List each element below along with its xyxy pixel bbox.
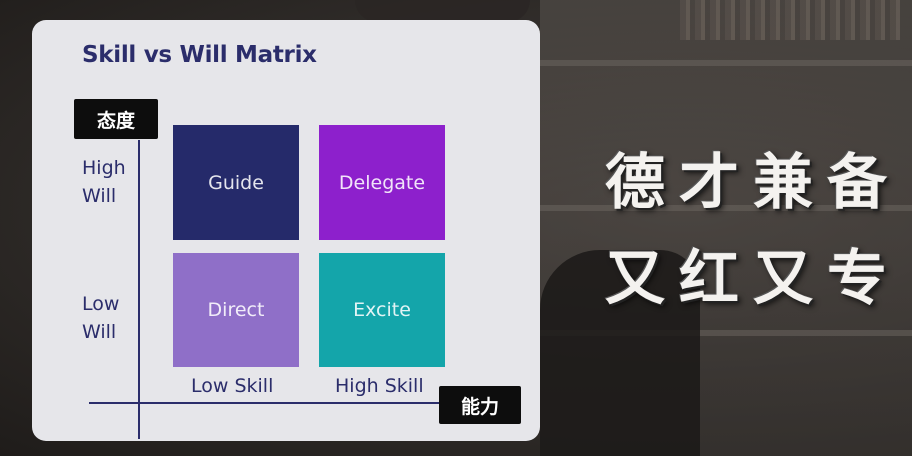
y-axis-line	[138, 140, 140, 439]
matrix-title: Skill vs Will Matrix	[82, 42, 317, 68]
quadrant-excite-label: Excite	[353, 299, 411, 321]
background-books	[680, 0, 900, 40]
quadrant-delegate-label: Delegate	[338, 171, 426, 194]
low-will-label: Low Will	[82, 293, 120, 343]
quadrant-guide-label: Guide	[208, 171, 264, 194]
presenter-head	[355, 0, 530, 22]
quadrant-guide: Guide	[173, 125, 299, 240]
calligraphy-line-1: 德才兼备	[605, 148, 901, 218]
attitude-axis-tag: 态度	[74, 99, 158, 139]
x-axis-line	[89, 402, 441, 404]
quadrant-excite: Excite	[319, 253, 445, 367]
quadrant-direct-label: Direct	[207, 299, 265, 321]
shelf-edge	[540, 60, 912, 66]
high-will-label: High Will	[82, 157, 126, 207]
ability-axis-tag: 能力	[439, 386, 521, 424]
quadrant-delegate: Delegate	[319, 125, 445, 240]
low-skill-label: Low Skill	[191, 375, 274, 397]
quadrant-direct: Direct	[173, 253, 299, 367]
high-skill-label: High Skill	[335, 375, 424, 397]
calligraphy-line-2: 又红又专	[605, 244, 901, 314]
